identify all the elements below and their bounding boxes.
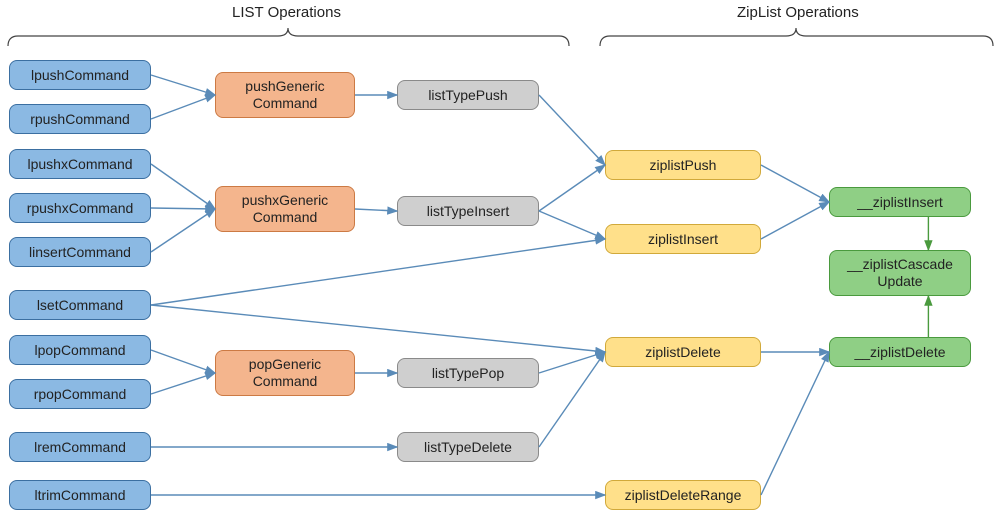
brace-list-ops [6, 26, 571, 48]
node-ziplistdeleterange: ziplistDeleteRange [605, 480, 761, 510]
node-lremcommand: lremCommand [9, 432, 151, 462]
node-ziplistcascadeupdate-internal: __ziplistCascade Update [829, 250, 971, 296]
node-ltrimcommand: ltrimCommand [9, 480, 151, 510]
node-lsetcommand: lsetCommand [9, 290, 151, 320]
section-label-list-ops: LIST Operations [232, 4, 341, 21]
node-listtypedelete: listTypeDelete [397, 432, 539, 462]
node-lpushcommand: lpushCommand [9, 60, 151, 90]
node-linsertcommand: linsertCommand [9, 237, 151, 267]
node-lpushxcommand: lpushxCommand [9, 149, 151, 179]
node-popgenericcommand: popGeneric Command [215, 350, 355, 396]
node-listtypepop: listTypePop [397, 358, 539, 388]
node-lpopcommand: lpopCommand [9, 335, 151, 365]
node-rpushcommand: rpushCommand [9, 104, 151, 134]
brace-ziplist-ops [598, 26, 995, 48]
node-pushgenericcommand: pushGeneric Command [215, 72, 355, 118]
node-rpushxcommand: rpushxCommand [9, 193, 151, 223]
node-ziplistinsert-internal: __ziplistInsert [829, 187, 971, 217]
node-listtypeinsert: listTypeInsert [397, 196, 539, 226]
node-ziplistdelete-internal: __ziplistDelete [829, 337, 971, 367]
node-ziplistpush: ziplistPush [605, 150, 761, 180]
node-ziplistinsert: ziplistInsert [605, 224, 761, 254]
node-pushxgenericcommand: pushxGeneric Command [215, 186, 355, 232]
section-label-ziplist-ops: ZipList Operations [737, 4, 859, 21]
node-rpopcommand: rpopCommand [9, 379, 151, 409]
node-ziplistdelete: ziplistDelete [605, 337, 761, 367]
node-listtypepush: listTypePush [397, 80, 539, 110]
